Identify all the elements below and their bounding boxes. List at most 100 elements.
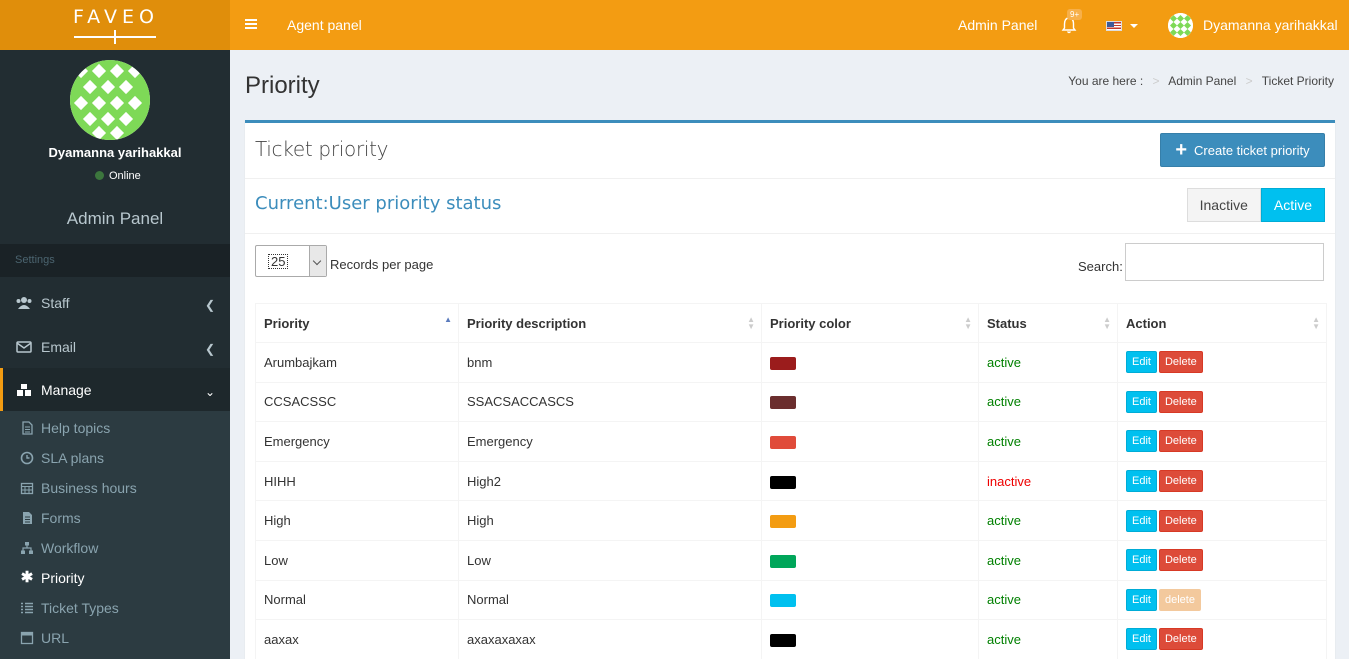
edit-button[interactable]: Edit xyxy=(1126,509,1157,532)
sidebar-item-help-topics[interactable]: Help topics xyxy=(0,413,230,443)
search-input[interactable] xyxy=(1125,243,1324,281)
action-cell: Edit Delete xyxy=(1117,539,1327,581)
action-cell: Edit Delete xyxy=(1117,619,1327,659)
color-swatch xyxy=(770,356,796,370)
chevron-left-icon: ❮ xyxy=(204,342,215,356)
us-flag-icon[interactable] xyxy=(1106,21,1122,31)
sidebar-user-name: Dyamanna yarihakkal xyxy=(48,145,182,160)
priority-name: High xyxy=(255,500,459,541)
table-row: Emergency Emergency active Edit Delete xyxy=(255,421,1327,462)
status-badge: active xyxy=(978,539,1118,581)
chevron-down-icon xyxy=(309,246,326,276)
column-header-priority[interactable]: Priority ▲ xyxy=(255,303,459,343)
envelope-icon xyxy=(16,341,32,353)
sidebar-item-url[interactable]: URL xyxy=(0,623,230,653)
edit-button[interactable]: Edit xyxy=(1126,588,1157,611)
sidebar-item-forms[interactable]: Forms xyxy=(0,503,230,533)
edit-button[interactable]: Edit xyxy=(1126,390,1157,413)
status-dot-icon xyxy=(95,171,104,180)
delete-button[interactable]: Delete xyxy=(1158,430,1203,453)
table-row: aaxax axaxaxaxax active Edit Delete xyxy=(255,619,1327,659)
status-badge: active xyxy=(978,579,1118,621)
color-swatch xyxy=(770,554,796,568)
edit-button[interactable]: Edit xyxy=(1126,470,1157,493)
priority-description: axaxaxaxax xyxy=(458,619,762,659)
sidebar-item-label: Forms xyxy=(41,510,81,526)
delete-button[interactable]: Delete xyxy=(1158,390,1203,413)
column-header-description[interactable]: Priority description ▲ ▼ xyxy=(458,303,762,343)
avatar[interactable] xyxy=(1168,13,1193,38)
online-status: Online xyxy=(95,170,141,182)
create-ticket-priority-button[interactable]: + Create ticket priority xyxy=(1160,133,1325,167)
table-row: Low Low active Edit Delete xyxy=(255,539,1327,581)
sidebar-item-manage[interactable]: Manage ⌄ xyxy=(0,368,230,412)
priority-table: Priority ▲ Priority description ▲ ▼ Priorit… xyxy=(255,303,1327,659)
breadcrumb-separator: > xyxy=(1245,74,1253,88)
sidebar-item-priority[interactable]: ✱ Priority xyxy=(0,563,230,593)
sidebar-title: Admin Panel xyxy=(66,209,164,228)
chevron-left-icon: ❮ xyxy=(204,298,215,312)
plus-icon: + xyxy=(1175,139,1188,161)
delete-button[interactable]: Delete xyxy=(1158,509,1203,532)
logo[interactable]: FAVEO xyxy=(0,0,230,50)
agent-panel-link[interactable]: Agent panel xyxy=(287,17,362,33)
records-per-page-select[interactable]: 25 xyxy=(255,245,327,277)
delete-button[interactable]: Delete xyxy=(1158,351,1203,374)
sidebar-item-label: Priority xyxy=(41,570,85,586)
toggle-inactive-button[interactable]: Inactive xyxy=(1186,188,1261,222)
top-navbar: FAVEO Agent panel Admin Panel 9+ Dyamann… xyxy=(0,0,1349,50)
table-row: HIHH High2 inactive Edit Delete xyxy=(255,460,1327,502)
breadcrumb-item[interactable]: Admin Panel xyxy=(1168,74,1236,88)
sidebar-item-business-hours[interactable]: Business hours xyxy=(0,473,230,503)
column-header-action[interactable]: Action ▲ ▼ xyxy=(1117,303,1327,343)
status-toggle: Inactive Active xyxy=(1186,188,1325,222)
edit-button[interactable]: Edit xyxy=(1126,549,1157,572)
sidebar-item-email[interactable]: Email ❮ xyxy=(0,325,230,369)
logo-text: FAVEO xyxy=(73,6,159,28)
edit-button[interactable]: Edit xyxy=(1126,628,1157,651)
edit-button[interactable]: Edit xyxy=(1126,351,1157,374)
table-row: High High active Edit Delete xyxy=(255,500,1327,541)
sidebar-item-sla-plans[interactable]: SLA plans xyxy=(0,443,230,473)
priority-color-cell xyxy=(761,381,979,423)
status-title: Current:User priority status xyxy=(255,193,502,214)
priority-color-cell xyxy=(761,421,979,462)
color-swatch xyxy=(770,594,796,608)
sidebar: Dyamanna yarihakkal Online Admin Panel S… xyxy=(0,50,230,659)
status-badge: active xyxy=(978,500,1118,541)
column-header-status[interactable]: Status ▲ ▼ xyxy=(978,303,1118,343)
column-header-color[interactable]: Priority color ▲ ▼ xyxy=(761,303,979,343)
action-cell: Edit Delete xyxy=(1117,421,1327,462)
delete-button[interactable]: Delete xyxy=(1158,628,1203,651)
priority-color-cell xyxy=(761,619,979,659)
table-header-row: Priority ▲ Priority description ▲ ▼ Priorit… xyxy=(255,303,1327,343)
action-cell: Edit Delete xyxy=(1117,381,1327,423)
page-title: Priority xyxy=(245,72,320,99)
priority-name: HIHH xyxy=(255,460,459,502)
priority-name: Emergency xyxy=(255,421,459,462)
sidebar-item-label: Ticket Types xyxy=(41,600,119,616)
sidebar-item-ticket-types[interactable]: Ticket Types xyxy=(0,593,230,623)
sitemap-icon xyxy=(21,542,33,554)
sidebar-item-staff[interactable]: Staff ❮ xyxy=(0,281,230,325)
caret-down-icon[interactable] xyxy=(1130,24,1138,28)
color-swatch xyxy=(770,436,796,450)
priority-description: bnm xyxy=(458,342,762,383)
sidebar-item-workflow[interactable]: Workflow xyxy=(0,533,230,563)
file-icon xyxy=(22,421,33,435)
sidebar-item-label: Business hours xyxy=(41,480,137,496)
priority-color-cell xyxy=(761,342,979,383)
sidebar-toggle-icon[interactable] xyxy=(245,19,257,30)
user-menu[interactable]: Dyamanna yarihakkal xyxy=(1203,17,1338,33)
admin-panel-link[interactable]: Admin Panel xyxy=(958,17,1037,33)
delete-button[interactable]: Delete xyxy=(1158,470,1203,493)
logo-tick xyxy=(114,30,116,44)
divider xyxy=(245,233,1335,234)
delete-button[interactable]: delete xyxy=(1158,588,1201,611)
sort-icon: ▲ ▼ xyxy=(747,315,755,331)
edit-button[interactable]: Edit xyxy=(1126,430,1157,453)
toggle-active-button[interactable]: Active xyxy=(1260,188,1325,222)
breadcrumb-separator: > xyxy=(1152,74,1160,88)
divider xyxy=(245,178,1335,179)
delete-button[interactable]: Delete xyxy=(1158,549,1203,572)
